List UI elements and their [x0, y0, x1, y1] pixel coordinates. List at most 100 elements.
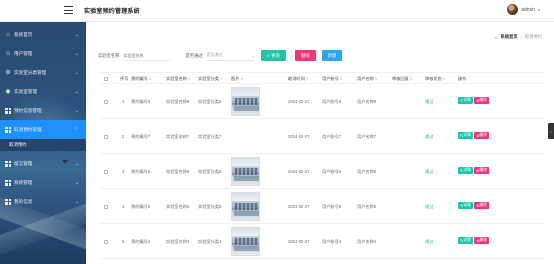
sidebar-item-6[interactable]: 留言管理 ⌄	[0, 154, 86, 173]
detail-button-label: 详情	[463, 238, 471, 242]
sidebar-item-5[interactable]: 取消预约管理 ⌃	[0, 120, 86, 139]
avatar[interactable]	[507, 4, 519, 15]
row-checkbox[interactable]	[104, 134, 108, 139]
column-header-9[interactable]: 审核状态⇅	[425, 76, 446, 82]
sidebar: ⌂ 系统首页 ⌄ ☺ 用户管理 ⌄ ⚙ 实验室分类管理 ⌄ ◉ 实验室管理 ⌄ 预约信息管理 ⌄ 取消预约管…	[0, 22, 86, 264]
column-header-8[interactable]: 审核回复⇅	[392, 76, 413, 82]
sidebar-item-4[interactable]: 预约信息管理 ⌄	[0, 101, 86, 120]
breadcrumb-home[interactable]: 系统首页	[500, 34, 517, 40]
sort-icon[interactable]: ⇅	[375, 77, 378, 81]
cell-code: 预约编号7	[131, 134, 151, 139]
sort-icon[interactable]: ⇅	[340, 77, 343, 81]
chevron-down-icon: ⌄	[251, 52, 255, 58]
column-header-label: 审核回复	[392, 76, 409, 81]
sidebar-item-0[interactable]: ⌂ 系统首页 ⌄	[0, 25, 86, 44]
hamburger-icon[interactable]	[64, 6, 73, 14]
column-header-label: 预约编号	[131, 76, 148, 81]
row-checkbox[interactable]	[104, 239, 108, 244]
row-delete-button-label: 删除	[479, 238, 488, 242]
row-delete-button[interactable]: ⊗ 删除	[474, 97, 490, 104]
breadcrumb: ⌂ 系统首页 / 取消预约	[495, 34, 542, 40]
sort-icon[interactable]: ⇅	[220, 77, 223, 81]
search-button[interactable]: ⌕ 查询	[260, 50, 286, 61]
sidebar-item-7[interactable]: 系统管理 ⌄	[0, 173, 86, 192]
column-header-7[interactable]: 用户名称⇅	[357, 76, 378, 82]
sort-icon[interactable]: ⇅	[410, 77, 413, 81]
sort-icon[interactable]: ⇅	[443, 77, 446, 81]
row-checkbox[interactable]	[104, 169, 108, 174]
column-header-3[interactable]: 实验室分类⇅	[198, 76, 223, 82]
user-name[interactable]: admin	[521, 7, 535, 13]
select-all-checkbox[interactable]	[104, 76, 108, 81]
cell-account: 用户账号4	[322, 239, 342, 244]
sidebar-item-label: 我的信息	[14, 198, 33, 204]
detail-button[interactable]: ✎ 详情	[458, 202, 473, 209]
status-label: 是否通过	[185, 52, 203, 58]
row-delete-button[interactable]: ⊗ 删除	[474, 237, 490, 244]
cell-account: 用户账号8	[322, 99, 342, 104]
detail-button-label: 详情	[463, 133, 471, 137]
search-button-label: 查询	[271, 52, 280, 58]
chevron-down-icon: ⌄	[74, 69, 79, 76]
cell-account: 用户账号5	[322, 204, 342, 209]
sidebar-item-2[interactable]: ⚙ 实验室分类管理 ⌄	[0, 63, 86, 82]
column-header-label: 操作	[458, 76, 467, 81]
add-button[interactable]: 新增	[321, 50, 343, 61]
status-select[interactable]: 是否通过 ⌄	[206, 51, 255, 61]
cell-name: 用户名称7	[357, 134, 377, 139]
column-header-6[interactable]: 用户账号⇅	[322, 76, 343, 82]
chevron-down-icon: ⌃	[74, 126, 79, 133]
sidebar-item-8[interactable]: 我的信息 ⌄	[0, 192, 86, 211]
action-buttons: 删除 新增	[295, 50, 343, 61]
cell-time: 2024-02-27	[288, 169, 310, 174]
cell-index: 5	[122, 239, 125, 244]
cell-category: 实验室分类4	[198, 239, 222, 244]
cell-lab: 实验室名称7	[166, 134, 190, 139]
row-checkbox[interactable]	[104, 99, 108, 104]
chevron-down-icon: ⌄	[74, 50, 79, 57]
row-delete-button[interactable]: ⊗ 删除	[474, 132, 490, 139]
sort-icon[interactable]: ⇅	[240, 77, 243, 81]
sort-icon[interactable]: ⇅	[188, 77, 191, 81]
row-checkbox[interactable]	[104, 204, 108, 209]
home-icon: ⌂	[494, 34, 498, 40]
lab-name-input[interactable]	[123, 50, 172, 61]
column-header-5[interactable]: 取消时间⇅	[288, 76, 309, 82]
submenu-item-cancel[interactable]: 取消预约	[0, 139, 86, 151]
sidebar-item-1[interactable]: ☺ 用户管理 ⌄	[0, 44, 86, 63]
lab-photo[interactable]	[231, 87, 260, 116]
row-actions: ✎ 详情 ⊗ 删除	[458, 237, 490, 244]
user-menu[interactable]: admin ▾	[507, 4, 540, 15]
grid-icon	[5, 126, 11, 133]
mouse-cursor	[62, 160, 68, 164]
detail-button[interactable]: ✎ 详情	[458, 237, 473, 244]
cell-lab: 实验室名称6	[166, 169, 190, 174]
cell-index: 4	[122, 204, 125, 209]
delete-button[interactable]: 删除	[295, 50, 316, 61]
row-actions: ✎ 详情 ⊗ 删除	[458, 97, 490, 104]
detail-button[interactable]: ✎ 详情	[458, 167, 473, 174]
cell-name: 用户名称6	[357, 169, 377, 174]
sort-icon[interactable]: ⇅	[149, 77, 152, 81]
side-panel-handle[interactable]: ‹	[548, 123, 554, 139]
sort-icon[interactable]: ⇅	[306, 77, 309, 81]
detail-button[interactable]: ✎ 详情	[458, 97, 473, 104]
column-header-4[interactable]: 图片⇅	[231, 76, 243, 82]
cell-name: 用户名称4	[357, 239, 377, 244]
row-delete-button[interactable]: ⊗ 删除	[474, 167, 490, 174]
column-header-label: 图片	[231, 76, 240, 81]
column-header-label: 用户账号	[322, 76, 339, 81]
sidebar-item-3[interactable]: ◉ 实验室管理 ⌄	[0, 82, 86, 101]
cell-code: 预约编号4	[131, 239, 151, 244]
lab-photo[interactable]	[231, 227, 260, 256]
lab-photo[interactable]	[231, 192, 260, 221]
chevron-down-icon[interactable]: ▾	[538, 7, 540, 12]
column-header-1[interactable]: 预约编号⇅	[131, 76, 152, 82]
column-header-2[interactable]: 实验室名称⇅	[166, 76, 191, 82]
detail-button[interactable]: ✎ 详情	[458, 132, 473, 139]
lab-photo[interactable]	[231, 157, 260, 186]
grid-icon	[5, 107, 11, 114]
table-row: 3 预约编号6 实验室名称6 实验室分类6 2024-02-27 用户账号6 用户名称6 通过…	[100, 154, 544, 189]
row-delete-button-label: 删除	[479, 98, 488, 102]
row-delete-button[interactable]: ⊗ 删除	[474, 202, 490, 209]
